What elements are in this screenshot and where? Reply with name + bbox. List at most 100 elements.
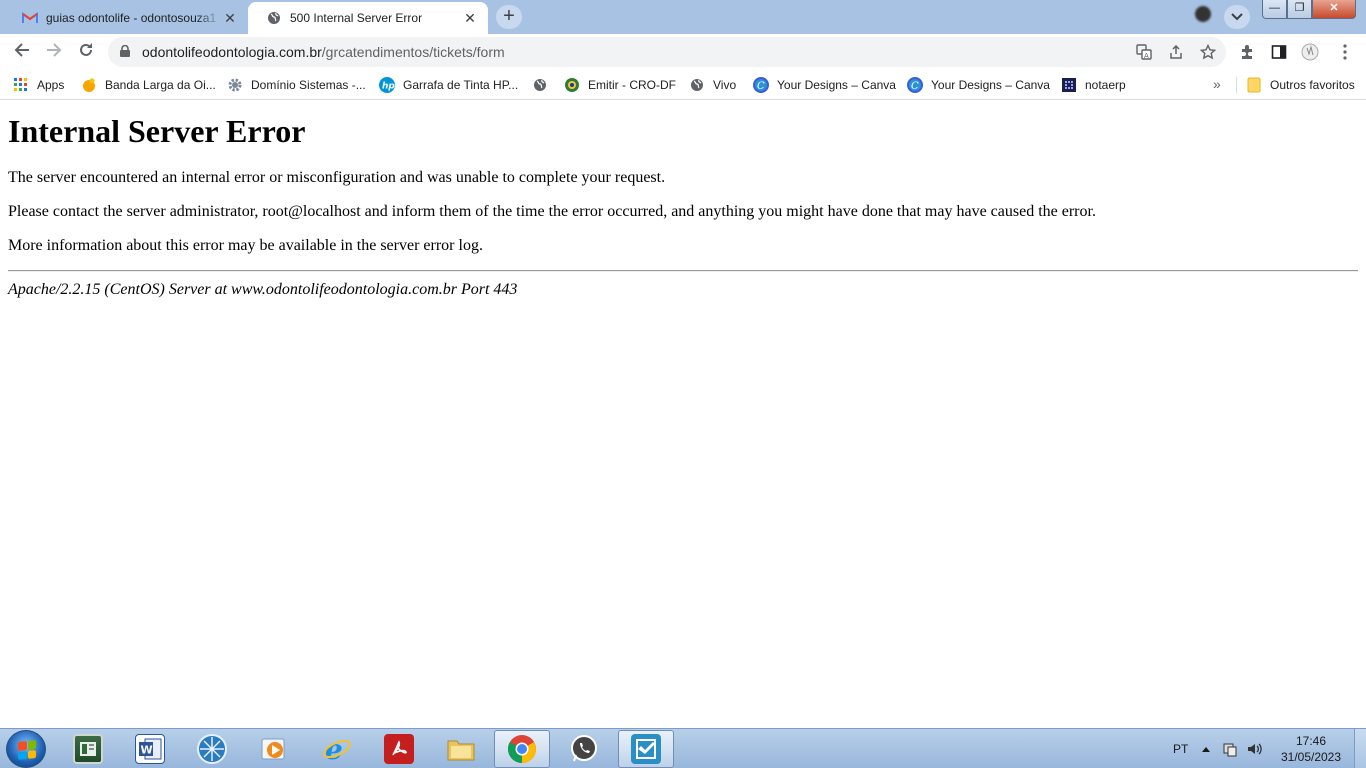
page-content: Internal Server Error The server encount… [0, 101, 1366, 728]
bookmark-label: notaerp [1085, 78, 1126, 92]
reload-button[interactable] [74, 40, 98, 64]
tab-strip: guias odontolife - odontosouza1 ✕ 500 In… [0, 0, 1366, 34]
start-button[interactable] [6, 730, 46, 768]
tab-close-button[interactable]: ✕ [222, 10, 238, 26]
taskbar-internet-explorer[interactable]: e [309, 730, 365, 768]
reload-icon [80, 43, 92, 56]
back-button[interactable] [10, 40, 34, 64]
menu-icon[interactable] [1336, 43, 1354, 61]
taskbar-checklist-app[interactable] [618, 730, 674, 768]
bookmark-notaerp[interactable]: notaerp [1061, 76, 1126, 94]
tab-error[interactable]: 500 Internal Server Error ✕ [248, 2, 488, 34]
globe-icon [689, 77, 705, 93]
media-player-icon [259, 734, 289, 764]
apps-grid-icon [13, 77, 29, 93]
network-tray-icon[interactable] [1222, 729, 1238, 768]
bookmark-vivo[interactable]: Vivo [689, 76, 736, 94]
network-icon [197, 734, 227, 764]
bookmark-cro[interactable]: Emitir - CRO-DF [564, 76, 676, 94]
taskbar-file-manager[interactable] [60, 730, 116, 768]
bookmark-canva-1[interactable]: C Your Designs – Canva [753, 76, 896, 94]
tab-close-button[interactable]: ✕ [462, 10, 478, 26]
address-bar[interactable]: odontolifeodontologia.com.br/grcatendime… [108, 37, 1226, 67]
chevron-up-icon [1202, 747, 1210, 752]
oi-icon [81, 77, 97, 93]
globe-icon [266, 10, 282, 26]
new-tab-button[interactable]: + [496, 5, 522, 29]
canva-icon: C [753, 77, 769, 93]
divider [8, 270, 1358, 272]
hp-icon: hp [379, 77, 395, 93]
tray-expand-button[interactable] [1202, 729, 1210, 768]
folder-icon [1246, 77, 1262, 93]
tab-title: guias odontolife - odontosouza1 [46, 11, 217, 25]
bookmark-label: Outros favoritos [1270, 78, 1355, 92]
lock-icon [120, 45, 130, 57]
chrome-icon [507, 734, 537, 764]
url-path: /grcatendimentos/tickets/form [321, 44, 505, 60]
checklist-icon [631, 734, 661, 764]
profile-icon[interactable] [1301, 43, 1319, 61]
translate-icon[interactable]: A [1136, 44, 1152, 60]
whatsapp-icon [569, 734, 599, 764]
bookmark-label: Vivo [713, 78, 737, 92]
other-bookmarks-folder[interactable]: Outros favoritos [1246, 76, 1355, 94]
taskbar-media-player[interactable] [246, 730, 302, 768]
language-indicator[interactable]: PT [1173, 729, 1188, 768]
taskbar: W e PT 17:46 31/05/2023 [0, 728, 1366, 768]
browser-toolbar: odontolifeodontologia.com.br/grcatendime… [0, 34, 1366, 70]
bookmark-label: Banda Larga da Oi... [105, 78, 216, 92]
bookmark-globe[interactable] [532, 76, 556, 94]
taskbar-acrobat[interactable] [371, 730, 427, 768]
taskbar-network[interactable] [184, 730, 240, 768]
url-host: odontolifeodontologia.com.br [142, 44, 322, 60]
show-desktop-button[interactable] [1354, 729, 1366, 768]
taskbar-word[interactable]: W [122, 730, 178, 768]
side-panel-icon[interactable] [1270, 43, 1288, 61]
tab-title: 500 Internal Server Error [290, 11, 423, 25]
bookmark-label: Your Designs – Canva [777, 78, 896, 92]
file-manager-icon [73, 734, 103, 764]
arrow-right-icon [47, 43, 62, 57]
close-window-button[interactable]: ✕ [1312, 0, 1356, 19]
bookmark-oi[interactable]: Banda Larga da Oi... [81, 76, 216, 94]
bookmark-label: Your Designs – Canva [931, 78, 1050, 92]
folder-icon [446, 734, 476, 764]
volume-icon[interactable] [1246, 729, 1264, 768]
error-description: The server encountered an internal error… [8, 169, 666, 186]
bookmark-label: Garrafa de Tinta HP... [403, 78, 519, 92]
profile-avatar[interactable] [1195, 6, 1211, 22]
bookmark-hp[interactable]: hp Garrafa de Tinta HP... [379, 76, 518, 94]
bookmark-label: Apps [37, 78, 65, 92]
bookmark-apps[interactable]: Apps [13, 76, 64, 94]
bookmark-label: Domínio Sistemas -... [251, 78, 366, 92]
taskbar-chrome[interactable] [494, 730, 550, 768]
bookmark-canva-2[interactable]: C Your Designs – Canva [907, 76, 1050, 94]
svg-text:A: A [1144, 52, 1149, 60]
window-controls: — ❐ ✕ [1262, 0, 1356, 19]
globe-icon [532, 77, 548, 93]
tab-gmail[interactable]: guias odontolife - odontosouza1 ✕ [4, 2, 248, 34]
forward-button[interactable] [42, 40, 66, 64]
bookmarks-divider [1236, 77, 1237, 93]
canva-icon: C [907, 77, 923, 93]
taskbar-whatsapp[interactable] [556, 730, 612, 768]
maximize-button[interactable]: ❐ [1287, 0, 1312, 19]
system-clock[interactable]: 17:46 31/05/2023 [1272, 733, 1350, 765]
share-icon[interactable] [1168, 44, 1184, 60]
taskbar-explorer[interactable] [433, 730, 489, 768]
minimize-button[interactable]: — [1262, 0, 1287, 19]
word-icon: W [135, 734, 165, 764]
bookmark-dominio[interactable]: Domínio Sistemas -... [227, 76, 366, 94]
error-instructions: Please contact the server administrator,… [8, 203, 1096, 220]
svg-text:hp: hp [382, 82, 395, 92]
windows-logo-icon [18, 740, 36, 760]
svg-text:C: C [757, 81, 765, 92]
tab-search-button[interactable] [1224, 5, 1250, 29]
bookmarks-overflow-button[interactable]: » [1213, 76, 1221, 92]
extensions-icon[interactable] [1238, 43, 1256, 61]
bookmark-star-icon[interactable] [1200, 44, 1216, 60]
error-log-note: More information about this error may be… [8, 237, 483, 254]
arrow-left-icon [14, 43, 29, 57]
clock-time: 17:46 [1295, 734, 1327, 748]
